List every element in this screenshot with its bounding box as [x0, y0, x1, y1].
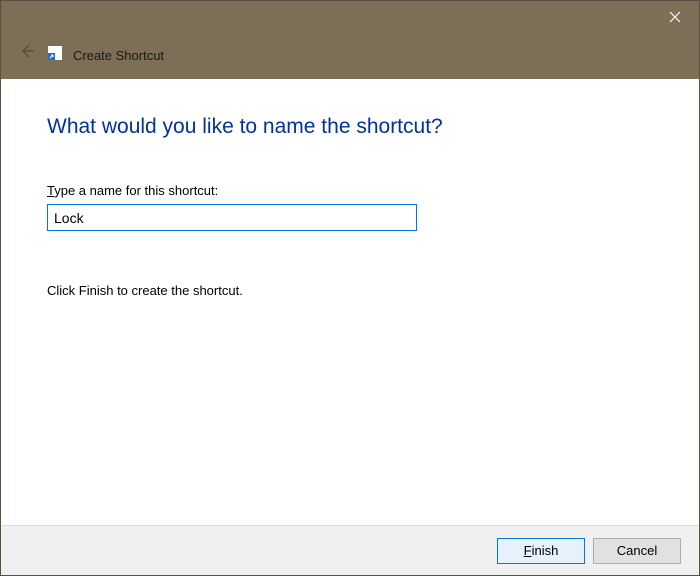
instruction-text: Click Finish to create the shortcut. [47, 283, 659, 298]
wizard-footer: Finish Cancel [1, 525, 699, 575]
page-heading: What would you like to name the shortcut… [47, 115, 659, 139]
shortcut-icon [47, 45, 63, 61]
shortcut-name-input[interactable] [47, 204, 417, 231]
cancel-button[interactable]: Cancel [593, 538, 681, 564]
window-title: Create Shortcut [73, 48, 164, 63]
titlebar: Create Shortcut [1, 1, 699, 79]
input-label: Type a name for this shortcut: [47, 183, 659, 198]
close-button[interactable] [651, 1, 699, 33]
wizard-content: What would you like to name the shortcut… [1, 79, 699, 525]
finish-button[interactable]: Finish [497, 538, 585, 564]
back-button [15, 39, 39, 63]
close-icon [669, 11, 681, 23]
back-arrow-icon [18, 42, 36, 60]
